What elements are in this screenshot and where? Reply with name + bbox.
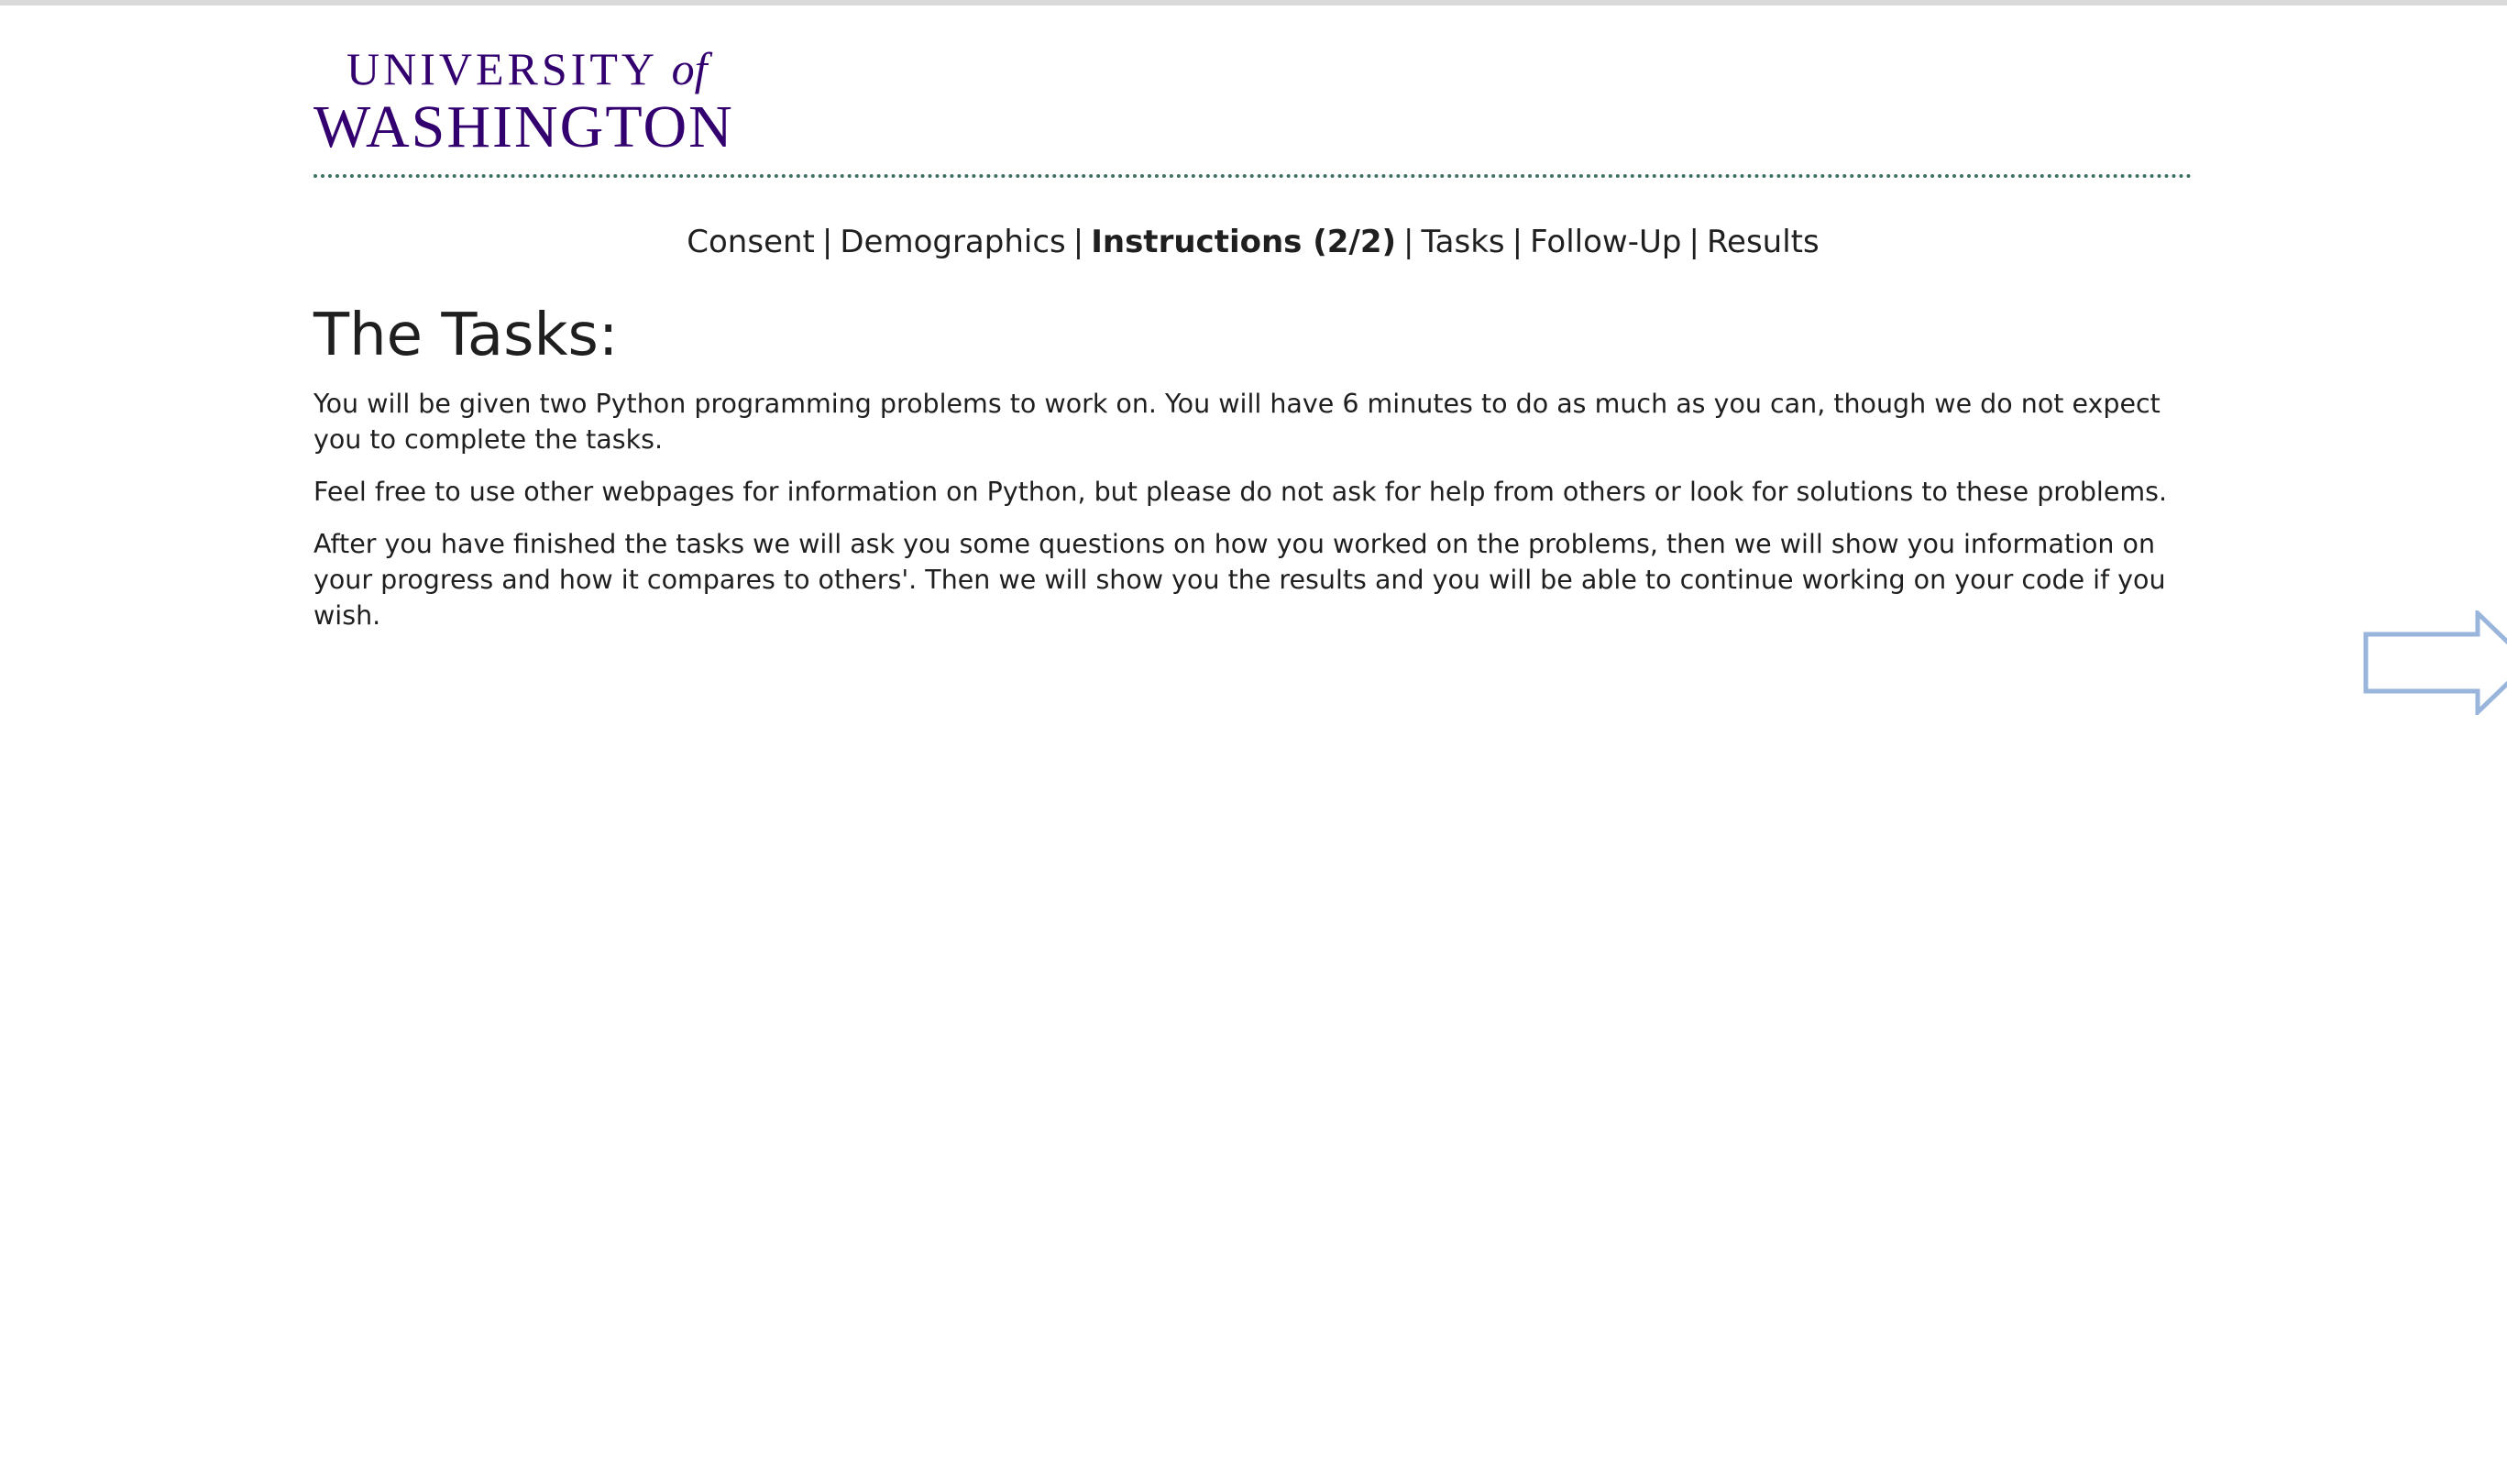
- page-title: The Tasks:: [313, 302, 619, 369]
- university-of-washington-logo: UNIVERSITY of WASHINGTON: [313, 46, 734, 158]
- step-separator: |: [1512, 224, 1523, 260]
- step-consent: Consent: [687, 224, 815, 260]
- logo-line-washington: WASHINGTON: [313, 93, 734, 160]
- logo-line-university: UNIVERSITY of: [313, 46, 734, 92]
- step-follow-up: Follow-Up: [1530, 224, 1682, 260]
- instructions-paragraph-2: Feel free to use other webpages for info…: [313, 477, 2168, 507]
- instructions-paragraph-1: You will be given two Python programming…: [313, 389, 2161, 455]
- step-separator: |: [1403, 224, 1414, 260]
- step-instructions-current: Instructions (2/2): [1091, 224, 1397, 260]
- instructions-paragraph-3: After you have finished the tasks we wil…: [313, 529, 2166, 631]
- step-separator: |: [821, 224, 833, 260]
- step-separator: |: [1072, 224, 1084, 260]
- right-arrow-icon: [2363, 608, 2507, 718]
- logo-word-university: UNIVERSITY: [346, 43, 657, 94]
- step-demographics: Demographics: [840, 224, 1066, 260]
- browser-top-edge: [0, 0, 2507, 5]
- next-button[interactable]: [2363, 608, 2507, 718]
- logo-word-of: of: [671, 43, 708, 94]
- step-tasks: Tasks: [1421, 224, 1505, 260]
- step-separator: |: [1688, 224, 1699, 260]
- header-divider: [313, 174, 2193, 178]
- progress-steps-nav: Consent | Demographics | Instructions (2/2) |…: [313, 224, 2193, 261]
- step-results: Results: [1706, 224, 1820, 260]
